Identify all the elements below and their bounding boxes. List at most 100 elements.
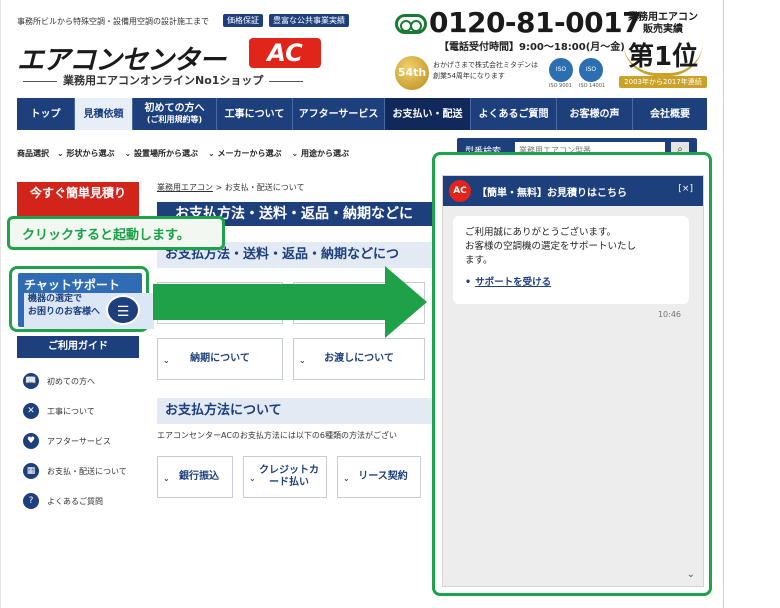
close-icon[interactable]: [×] bbox=[678, 184, 693, 194]
nav-company[interactable]: 会社概要 bbox=[633, 98, 707, 130]
award-rank: 第1位 bbox=[627, 42, 699, 72]
receive-support-link[interactable]: • サポートを受ける bbox=[465, 274, 689, 288]
chat-header[interactable]: AC 【簡単・無料】お見積りはこちら [×] bbox=[443, 176, 703, 206]
instruction-callout: クリックすると起動します。 bbox=[7, 216, 225, 250]
freedial-icon bbox=[395, 14, 427, 34]
breadcrumb-separator: > bbox=[215, 183, 223, 192]
payment-description: エアコンセンターACのお支払方法には以下の6種類の方法がござい bbox=[157, 431, 398, 440]
logo-subtitle: 業務用エアコンオンラインNo1ショップ bbox=[17, 72, 309, 88]
nav-first-time-label: 初めての方へ bbox=[144, 103, 205, 114]
nav-construction[interactable]: 工事について bbox=[217, 98, 293, 130]
nav-faq-label: よくあるご質問 bbox=[478, 108, 549, 120]
iso-9001-icon: ISO bbox=[549, 58, 573, 82]
credit-card-button[interactable]: ⌄ クレジットカード払い bbox=[243, 456, 327, 498]
nav-first-time[interactable]: 初めての方へ (ご利用規約等) bbox=[133, 98, 217, 130]
breadcrumb-current: お支払・配送について bbox=[224, 183, 305, 192]
nav-faq[interactable]: よくあるご質問 bbox=[471, 98, 557, 130]
chevron-down-icon: ⌄ bbox=[299, 356, 306, 365]
site-logo[interactable]: エアコンセンター AC bbox=[17, 38, 321, 76]
chevron-down-icon: ⌄ bbox=[291, 148, 301, 158]
nav-quote[interactable]: 見積依頼 bbox=[75, 98, 133, 130]
bullet-icon: • bbox=[465, 277, 472, 288]
lease-button[interactable]: ⌄ リース契約 bbox=[337, 456, 421, 498]
subnav-shape[interactable]: ⌄ 形状から選ぶ bbox=[57, 148, 115, 159]
bank-transfer-button[interactable]: ⌄ 銀行振込 bbox=[157, 456, 233, 498]
global-nav: トップ 見積依頼 初めての方へ (ご利用規約等) 工事について アフターサービス… bbox=[17, 98, 707, 130]
chat-bubble-icon: ☰ bbox=[106, 295, 140, 325]
subnav-maker[interactable]: ⌄ メーカーから選ぶ bbox=[208, 148, 282, 159]
chat-support-inner: チャットサポート 機器の選定で お困りのお客様へ ☰ bbox=[18, 273, 154, 329]
credit-card-label: クレジットカード払い bbox=[259, 465, 319, 488]
book-icon: 📖 bbox=[23, 373, 39, 389]
chat-panel: AC 【簡単・無料】お見積りはこちら [×] ご利用誠にありがとうございます。 … bbox=[442, 175, 704, 587]
chat-widget-highlight: AC 【簡単・無料】お見積りはこちら [×] ご利用誠にありがとうございます。 … bbox=[432, 152, 712, 596]
handover-label: お渡しについて bbox=[324, 353, 394, 364]
award-line2: 販売実績 bbox=[643, 24, 683, 35]
iso-9001-label: ISO 9001 bbox=[549, 83, 572, 89]
chat-support-title: チャットサポート bbox=[24, 278, 120, 292]
nav-customer-voice[interactable]: お客様の声 bbox=[557, 98, 633, 130]
sales-award: 業務用エアコン 販売実績 第1位 2003年から2017年連続 bbox=[617, 12, 709, 92]
anniversary-text-line2: 創業54周年になります bbox=[433, 72, 505, 80]
subnav-usage[interactable]: ⌄ 用途から選ぶ bbox=[292, 148, 350, 159]
guide-item-payment[interactable]: ▦ お支払・配送について bbox=[17, 456, 147, 486]
subnav-shape-label: 形状から選ぶ bbox=[66, 148, 115, 158]
price-guarantee-badge: 価格保証 bbox=[223, 14, 263, 27]
lease-label: リース契約 bbox=[358, 471, 408, 482]
iso-14001-label: ISO 14001 bbox=[579, 83, 606, 89]
subnav-lead: 商品選択 bbox=[17, 148, 49, 158]
subnav-location-label: 設置場所から選ぶ bbox=[134, 148, 198, 158]
chat-message-line: ます。 bbox=[465, 255, 493, 266]
chevron-down-icon: ⌄ bbox=[163, 474, 170, 483]
heart-icon: ♥ bbox=[23, 433, 39, 449]
quick-quote-button[interactable]: 今すぐ簡単見積り bbox=[17, 182, 139, 204]
breadcrumb-home[interactable]: 業務用エアコン bbox=[157, 183, 213, 192]
arrow-head-icon bbox=[385, 266, 427, 338]
nav-top[interactable]: トップ bbox=[17, 98, 75, 130]
phone-number[interactable]: 0120-81-0017 bbox=[429, 6, 642, 39]
nav-company-label: 会社概要 bbox=[650, 108, 690, 120]
phone-hours: 【電話受付時間】9:00～18:00(月～金) bbox=[439, 42, 625, 53]
chevron-down-icon: ⌄ bbox=[208, 148, 218, 158]
receive-support-label: サポートを受ける bbox=[475, 277, 552, 288]
logo-ac-mark: AC bbox=[249, 38, 321, 68]
guide-item-after-service[interactable]: ♥ アフターサービス bbox=[17, 426, 147, 456]
chevron-down-icon[interactable]: ⌄ bbox=[687, 569, 695, 580]
anniversary-badge: 54th bbox=[395, 56, 429, 90]
nav-first-time-sub: (ご利用規約等) bbox=[146, 115, 203, 124]
guide-item-first-time[interactable]: 📖 初めての方へ bbox=[17, 366, 147, 396]
delivery-time-button[interactable]: ⌄ 納期について bbox=[157, 338, 283, 380]
chevron-down-icon: ⌄ bbox=[249, 474, 256, 483]
arrow-right-icon bbox=[153, 284, 389, 320]
tools-icon: ✕ bbox=[23, 403, 39, 419]
guide-item-label: 工事について bbox=[47, 406, 95, 416]
calculator-icon: ▦ bbox=[23, 463, 39, 479]
nav-top-label: トップ bbox=[30, 108, 61, 120]
guide-item-faq[interactable]: ? よくあるご質問 bbox=[17, 486, 147, 516]
subnav-usage-label: 用途から選ぶ bbox=[301, 148, 349, 158]
nav-after-service-label: アフターサービス bbox=[298, 108, 379, 120]
nav-construction-label: 工事について bbox=[224, 108, 285, 120]
chat-support-banner[interactable]: チャットサポート 機器の選定で お困りのお客様へ ☰ bbox=[9, 266, 154, 332]
handover-button[interactable]: ⌄ お渡しについて bbox=[293, 338, 425, 380]
guide-item-label: お支払・配送について bbox=[47, 466, 127, 476]
section-heading-payment: お支払方法について bbox=[157, 398, 437, 424]
anniversary-text: おかげさまで株式会社ミタデンは 創業54周年になります bbox=[433, 60, 538, 82]
chat-title: 【簡単・無料】お見積りはこちら bbox=[477, 188, 627, 199]
question-icon: ? bbox=[23, 493, 39, 509]
nav-quote-label: 見積依頼 bbox=[83, 108, 124, 120]
chevron-down-icon: ⌄ bbox=[124, 148, 134, 158]
webpage: 事務所ビルから特殊空調・設備用空調の設計施工まで 価格保証 豊富な公共事業実績 … bbox=[0, 0, 724, 608]
nav-payment-delivery[interactable]: お支払い・配送 bbox=[385, 98, 471, 130]
chat-logo: AC bbox=[449, 180, 471, 202]
user-guide-heading: ご利用ガイド bbox=[17, 336, 139, 358]
chevron-down-icon: ⌄ bbox=[57, 148, 67, 158]
award-period: 2003年から2017年連続 bbox=[619, 76, 707, 88]
chat-message-line: ご利用誠にありがとうございます。 bbox=[465, 227, 617, 238]
chevron-down-icon: ⌄ bbox=[163, 356, 170, 365]
product-subnav: 商品選択 ⌄ 形状から選ぶ ⌄ 設置場所から選ぶ ⌄ メーカーから選ぶ ⌄ 用途… bbox=[17, 138, 437, 168]
nav-after-service[interactable]: アフターサービス bbox=[293, 98, 385, 130]
guide-item-construction[interactable]: ✕ 工事について bbox=[17, 396, 147, 426]
bank-transfer-label: 銀行振込 bbox=[179, 471, 219, 482]
subnav-location[interactable]: ⌄ 設置場所から選ぶ bbox=[125, 148, 199, 159]
